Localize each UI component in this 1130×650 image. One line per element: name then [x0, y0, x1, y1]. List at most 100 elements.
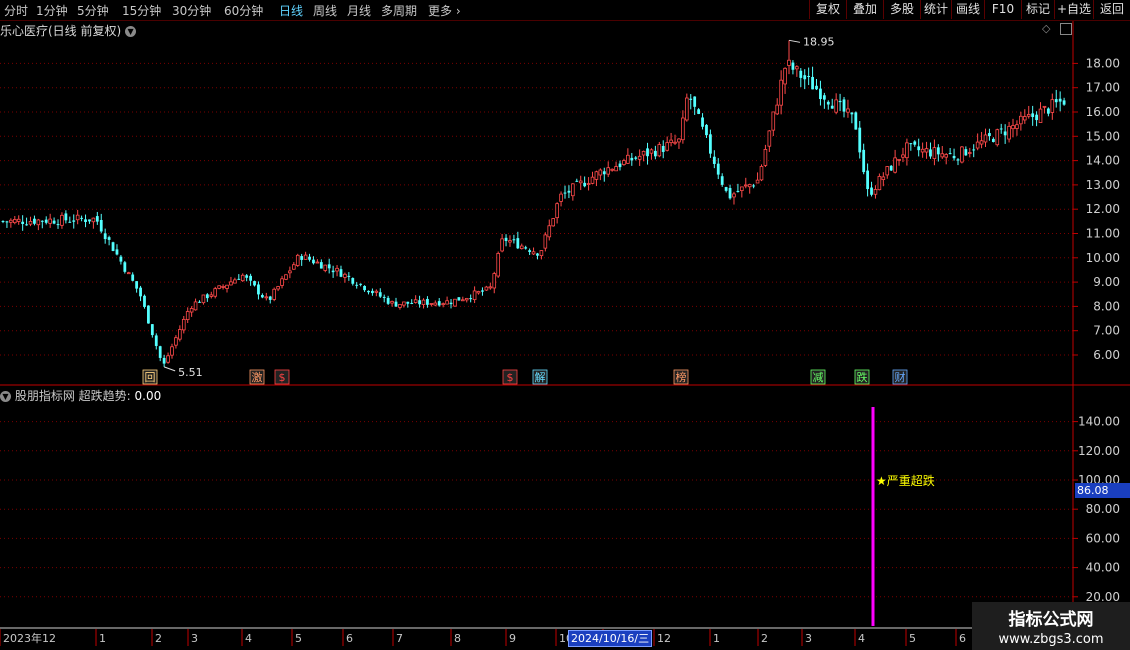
candle	[260, 293, 264, 299]
candle	[107, 235, 111, 246]
candle	[217, 285, 221, 290]
candle	[75, 209, 80, 225]
candle	[154, 333, 158, 350]
indicator-title-bar: ▼ 股朋指标网 超跌趋势: 0.00	[0, 387, 161, 403]
candle	[709, 129, 712, 158]
main-price-axis: 6.00 7.00 8.00 9.00 10.00 11.00 12.00 13.00 14.0…	[1073, 56, 1120, 362]
candle	[822, 92, 826, 109]
signal-label: ★严重超跌	[876, 474, 935, 488]
stock-title: 乐心医疗(日线 前复权)	[0, 24, 122, 38]
price-tick-label-3: 9.00	[1093, 275, 1120, 289]
candle	[759, 164, 764, 182]
candle	[12, 216, 17, 225]
candle	[590, 171, 595, 185]
candle	[225, 284, 229, 293]
month-label-6: 6	[346, 632, 353, 645]
candlestick-series	[1, 40, 1066, 367]
candle	[21, 215, 25, 231]
candle	[135, 281, 139, 293]
candle	[5, 220, 9, 228]
candle	[948, 147, 952, 155]
candle	[343, 272, 347, 283]
month-label-2: 2	[155, 632, 162, 645]
chevron-down-icon[interactable]: ▼	[0, 391, 11, 402]
candle	[850, 112, 854, 124]
candle	[335, 265, 339, 277]
chevron-down-icon[interactable]: ▼	[125, 26, 137, 37]
candle	[421, 298, 426, 309]
candle	[327, 258, 331, 274]
stock-chart-canvas[interactable]: 6.007.008.009.0010.0011.0012.0013.0014.0…	[0, 0, 1130, 650]
candle	[755, 172, 760, 184]
candle	[940, 145, 945, 159]
candle	[862, 143, 866, 175]
candle	[665, 136, 669, 152]
candle	[276, 285, 280, 292]
candle	[185, 307, 190, 324]
candle	[1, 220, 5, 224]
candle	[449, 298, 453, 309]
event-marker-7[interactable]: 跌	[854, 369, 870, 385]
event-marker-0[interactable]: 回	[142, 369, 158, 385]
event-marker-2[interactable]: $	[274, 369, 290, 385]
candle	[815, 79, 818, 91]
candle	[1046, 107, 1050, 117]
candle	[712, 150, 716, 169]
candle	[398, 303, 402, 310]
candle	[830, 98, 834, 109]
window-toggle-icon[interactable]	[1060, 23, 1072, 35]
candle	[512, 234, 516, 244]
price-tick-label-9: 15.00	[1086, 129, 1120, 143]
candle	[866, 163, 869, 197]
event-marker-4[interactable]: 解	[532, 369, 548, 385]
candle	[492, 271, 497, 294]
indicator-tick-label-3: 80.00	[1086, 502, 1120, 516]
candle	[126, 271, 131, 275]
candle	[413, 295, 418, 304]
candle	[16, 215, 21, 225]
event-marker-3[interactable]: $	[502, 369, 518, 385]
candle	[743, 177, 748, 189]
event-marker-5[interactable]: 榜	[673, 369, 689, 385]
candle	[48, 213, 52, 228]
watermark: 指标公式网 www.zbgs3.com	[972, 602, 1130, 650]
candle	[972, 144, 976, 158]
candle	[382, 294, 386, 303]
diamond-icon[interactable]: ◇	[1042, 22, 1050, 35]
candle	[885, 165, 890, 179]
candle	[115, 244, 119, 256]
event-marker-1[interactable]: 激	[249, 369, 265, 385]
candle	[991, 137, 995, 143]
candle	[359, 283, 363, 287]
indicator-param-label: 超跌趋势:	[78, 389, 131, 403]
indicator-tick-label-6: 140.00	[1078, 415, 1120, 429]
candle	[111, 241, 115, 252]
candle	[775, 98, 780, 116]
candle	[264, 292, 269, 301]
price-tick-label-11: 17.00	[1086, 81, 1120, 95]
candle	[842, 96, 846, 118]
candle	[767, 130, 772, 152]
event-marker-6[interactable]: 减	[810, 369, 826, 385]
candle	[158, 345, 162, 362]
candle	[386, 295, 390, 305]
candle	[496, 251, 500, 278]
candle	[209, 291, 214, 299]
candle	[347, 272, 351, 281]
candle	[189, 306, 194, 317]
candle	[315, 259, 320, 264]
price-tick-label-0: 6.00	[1093, 348, 1120, 362]
candle	[846, 99, 850, 118]
event-marker-8[interactable]: 财	[892, 369, 908, 385]
month-label-5: 5	[295, 632, 302, 645]
candle	[563, 185, 567, 199]
indicator-tick-label-5: 120.00	[1078, 444, 1120, 458]
candle	[598, 168, 603, 181]
candle	[811, 66, 814, 90]
candle	[249, 273, 252, 286]
candle	[72, 214, 76, 229]
candle	[323, 264, 328, 273]
candle	[614, 161, 618, 172]
month-label-13: 1	[713, 632, 720, 645]
indicator-value-axis: 20.0040.0060.0080.00100.00120.00140.00	[1073, 415, 1120, 604]
